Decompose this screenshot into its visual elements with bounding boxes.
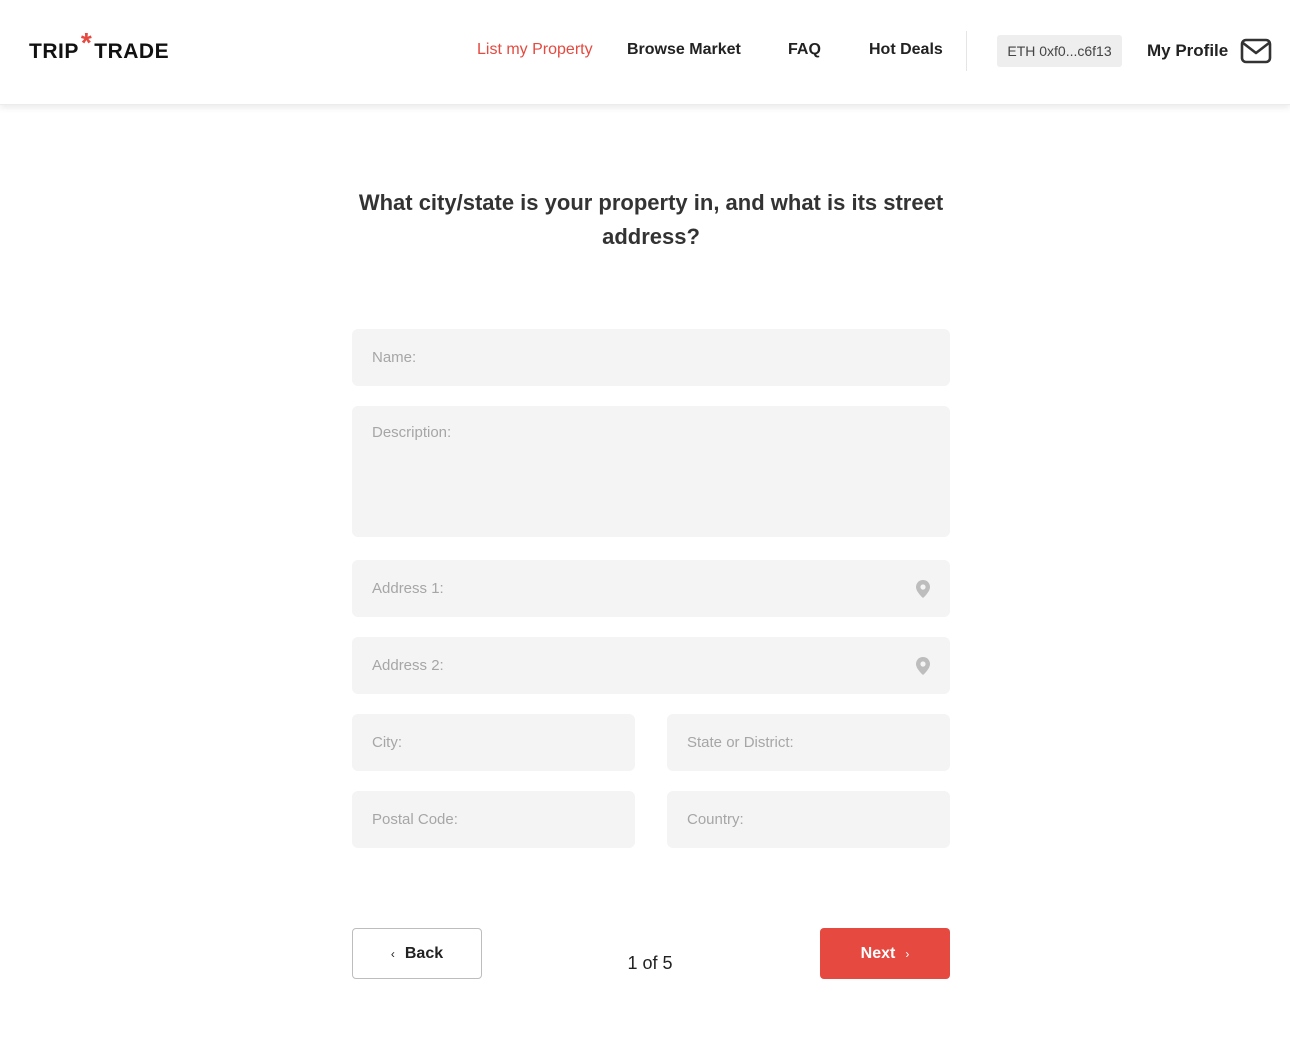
chevron-left-icon: ‹ xyxy=(390,946,395,961)
country-input[interactable] xyxy=(667,791,950,848)
wallet-address-badge[interactable]: ETH 0xf0...c6f13 xyxy=(997,35,1122,67)
brand-right: TRADE xyxy=(94,40,170,63)
nav-browse-market[interactable]: Browse Market xyxy=(627,41,741,59)
name-input[interactable] xyxy=(352,329,950,386)
my-profile-link[interactable]: My Profile xyxy=(1147,41,1228,61)
back-button-label: Back xyxy=(404,944,444,962)
location-pin-icon xyxy=(916,657,930,675)
nav-divider xyxy=(966,31,967,71)
next-button[interactable]: Next › xyxy=(820,928,950,979)
state-input[interactable] xyxy=(667,714,950,771)
nav-list-my-property[interactable]: List my Property xyxy=(477,41,593,59)
nav-hot-deals[interactable]: Hot Deals xyxy=(869,41,943,59)
form-question: What city/state is your property in, and… xyxy=(358,190,944,249)
chevron-right-icon: › xyxy=(905,946,910,961)
location-pin-icon xyxy=(916,580,930,598)
postal-code-input[interactable] xyxy=(352,791,635,848)
brand-left: TRIP xyxy=(29,40,79,63)
top-header: TRIP * TRADE List my Property Browse Mar… xyxy=(0,0,1290,105)
city-input[interactable] xyxy=(352,714,635,771)
step-indicator: 1 of 5 xyxy=(627,953,673,973)
next-button-label: Next xyxy=(860,944,896,962)
address2-input[interactable] xyxy=(352,637,950,694)
mail-icon[interactable] xyxy=(1240,38,1272,64)
nav-faq[interactable]: FAQ xyxy=(788,41,821,59)
brand-star: * xyxy=(80,27,93,58)
brand-logo[interactable]: TRIP * TRADE xyxy=(29,29,170,64)
back-button[interactable]: ‹ Back xyxy=(352,928,482,979)
address1-input[interactable] xyxy=(352,560,950,617)
description-textarea[interactable] xyxy=(352,406,950,537)
